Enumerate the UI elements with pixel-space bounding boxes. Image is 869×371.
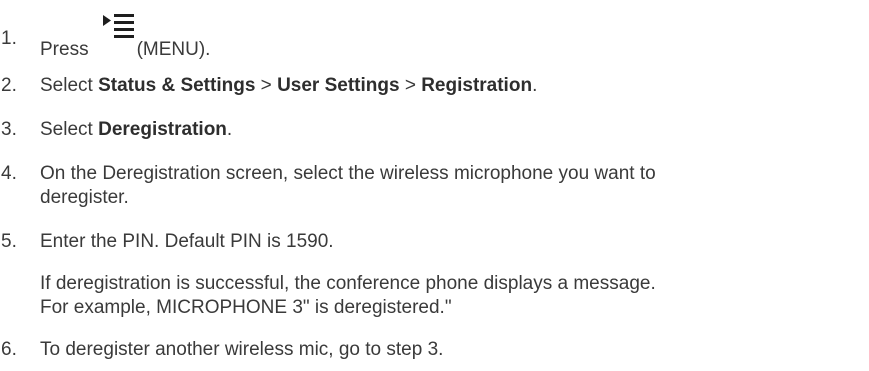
- step-text: On the Deregistration screen, select the…: [40, 162, 865, 210]
- step-text: Select Deregistration.: [40, 118, 865, 142]
- menu-icon: [101, 14, 135, 61]
- menu-icon-glyph: [102, 14, 134, 38]
- step-5: 5. Enter the PIN. Default PIN is 1590. I…: [0, 230, 869, 330]
- step-text-line: deregister.: [40, 187, 129, 208]
- step-text: To deregister another wireless mic, go t…: [40, 339, 444, 360]
- note-line: If deregistration is successful, the con…: [40, 273, 656, 294]
- step-2: 2. Select Status & Settings > User Setti…: [0, 74, 869, 98]
- step-6: 6. To deregister another wireless mic, g…: [0, 338, 869, 362]
- menu-path-user-settings: User Settings: [277, 75, 400, 96]
- step-1: 1. Press (MENU).: [0, 14, 869, 60]
- step-number: 1.: [1, 28, 17, 49]
- select-label: Select: [40, 119, 93, 140]
- step-text: Select Status & Settings > User Settings…: [40, 74, 865, 98]
- step-text: Enter the PIN. Default PIN is 1590.: [40, 231, 334, 252]
- step-text-line: On the Deregistration screen, select the…: [40, 163, 656, 184]
- step-number: 6.: [1, 339, 17, 360]
- menu-path-registration: Registration: [421, 75, 533, 96]
- select-label: Select: [40, 75, 93, 96]
- menu-item-deregistration: Deregistration: [98, 119, 227, 140]
- step-number: 2.: [1, 75, 17, 96]
- press-label: Press: [40, 39, 89, 60]
- step-number: 4.: [1, 163, 17, 184]
- menu-label: (MENU).: [136, 39, 211, 60]
- step-number: 3.: [1, 119, 17, 140]
- path-separator: >: [399, 75, 422, 96]
- menu-path-status-settings: Status & Settings: [98, 75, 256, 96]
- step-3: 3. Select Deregistration.: [0, 118, 869, 142]
- step-4: 4. On the Deregistration screen, select …: [0, 162, 869, 210]
- step-number: 5.: [1, 231, 17, 252]
- path-separator: >: [255, 75, 278, 96]
- step-note: If deregistration is successful, the con…: [40, 272, 865, 320]
- sentence-end: .: [226, 119, 233, 140]
- sentence-end: .: [532, 75, 538, 96]
- step-text: Press (MENU).: [40, 14, 865, 62]
- note-line: For example, MICROPHONE 3" is deregister…: [40, 297, 452, 318]
